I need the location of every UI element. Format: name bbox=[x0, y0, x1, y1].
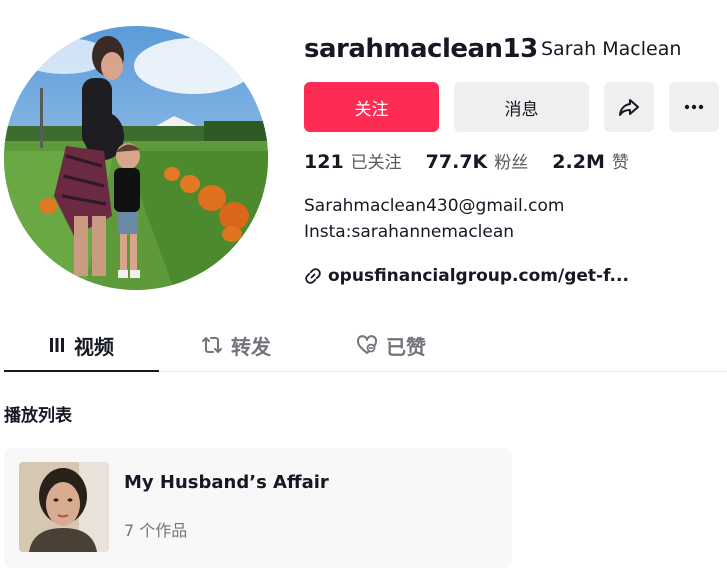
follow-button[interactable]: 关注 bbox=[304, 82, 439, 132]
more-options-button[interactable] bbox=[669, 82, 719, 132]
tab-liked-label: 已赞 bbox=[386, 334, 426, 359]
profile-avatar[interactable] bbox=[4, 26, 268, 290]
playlist-count: 7 个作品 bbox=[124, 521, 188, 540]
profile-username: sarahmaclean13 bbox=[304, 34, 538, 64]
playlist-card[interactable]: My Husband’s Affair 7 个作品 bbox=[4, 448, 512, 568]
followers-label: 粉丝 bbox=[494, 153, 529, 173]
bio-link[interactable]: opusfinancialgroup.com/get-f... bbox=[304, 262, 629, 290]
tab-videos-label: 视频 bbox=[74, 334, 114, 359]
profile-stats: 121 已关注 77.7K 粉丝 2.2M 赞 bbox=[304, 148, 653, 176]
bio-line-insta: Insta:sarahannemaclean bbox=[304, 222, 515, 242]
profile-tabs: 视频 转发 已赞 bbox=[4, 318, 727, 372]
more-icon bbox=[684, 104, 704, 110]
message-button[interactable]: 消息 bbox=[454, 82, 589, 132]
following-stat[interactable]: 121 已关注 bbox=[304, 148, 402, 173]
likes-stat: 2.2M 赞 bbox=[552, 148, 629, 173]
avatar-photo bbox=[4, 26, 268, 290]
share-icon bbox=[619, 99, 639, 116]
following-count: 121 bbox=[304, 151, 344, 173]
bio-link-text: opusfinancialgroup.com/get-f... bbox=[328, 266, 629, 286]
following-label: 已关注 bbox=[350, 153, 402, 173]
tab-liked[interactable]: 已赞 bbox=[314, 318, 468, 372]
tab-videos[interactable]: 视频 bbox=[4, 318, 158, 372]
tab-reposts-label: 转发 bbox=[231, 334, 271, 359]
active-tab-indicator bbox=[4, 370, 159, 372]
profile-bio: Sarahmaclean430@gmail.com Insta:sarahann… bbox=[304, 193, 564, 245]
link-icon bbox=[305, 268, 321, 284]
playlist-name: My Husband’s Affair bbox=[124, 472, 329, 493]
liked-heart-icon bbox=[356, 335, 378, 355]
likes-count: 2.2M bbox=[552, 151, 605, 173]
repost-icon bbox=[201, 335, 223, 355]
likes-label: 赞 bbox=[611, 153, 629, 173]
bio-line-email: Sarahmaclean430@gmail.com bbox=[304, 196, 565, 216]
followers-count: 77.7K bbox=[425, 151, 488, 173]
tab-reposts[interactable]: 转发 bbox=[159, 318, 313, 372]
followers-stat[interactable]: 77.7K 粉丝 bbox=[426, 148, 529, 173]
profile-display-name: Sarah Maclean bbox=[541, 38, 682, 60]
playlist-thumbnail bbox=[19, 462, 109, 552]
playlists-section-title: 播放列表 bbox=[4, 406, 72, 426]
grid-icon bbox=[48, 336, 66, 354]
share-button[interactable] bbox=[604, 82, 654, 132]
